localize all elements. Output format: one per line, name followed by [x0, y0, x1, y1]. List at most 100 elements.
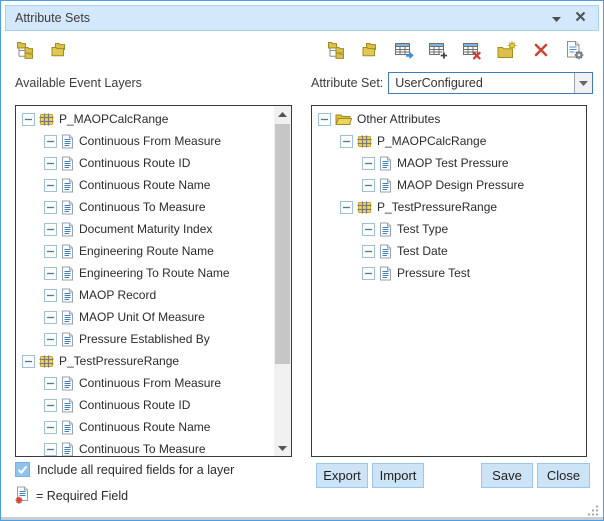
tree-item[interactable]: MAOP Design Pressure: [312, 174, 586, 196]
add-table-button[interactable]: [428, 39, 449, 61]
collapse-expander-icon[interactable]: [44, 377, 57, 390]
collapse-expander-icon[interactable]: [44, 135, 57, 148]
import-button[interactable]: Import: [372, 463, 424, 488]
tree-item[interactable]: Continuous To Measure: [16, 438, 274, 456]
tree-item[interactable]: Continuous To Measure: [16, 196, 274, 218]
field-icon: [379, 244, 392, 259]
collapse-expander-icon[interactable]: [362, 179, 375, 192]
tree-item-label: MAOP Test Pressure: [397, 156, 509, 170]
collapse-expander-icon[interactable]: [362, 157, 375, 170]
field-icon: [61, 310, 74, 325]
collapse-expander-icon[interactable]: [44, 311, 57, 324]
tree-item[interactable]: Pressure Established By: [16, 328, 274, 350]
tree-item[interactable]: Continuous Route Name: [16, 416, 274, 438]
collapse-expander-icon[interactable]: [44, 223, 57, 236]
tree-item-label: P_MAOPCalcRange: [59, 112, 168, 126]
tree-item[interactable]: Pressure Test: [312, 262, 586, 284]
tree-item[interactable]: Continuous From Measure: [16, 130, 274, 152]
tree-item-label: Continuous To Measure: [79, 200, 206, 214]
tree-item[interactable]: Document Maturity Index: [16, 218, 274, 240]
scroll-down-button[interactable]: [274, 440, 291, 456]
labels-row: Available Event Layers Attribute Set: Us…: [15, 71, 593, 95]
collapse-expander-icon[interactable]: [44, 179, 57, 192]
tree-item[interactable]: MAOP Test Pressure: [312, 152, 586, 174]
delete-button[interactable]: [530, 39, 551, 61]
caret-down-icon: [552, 17, 561, 22]
tree-item[interactable]: MAOP Unit Of Measure: [16, 306, 274, 328]
collapse-expander-icon[interactable]: [22, 113, 35, 126]
collapse-expander-icon[interactable]: [22, 355, 35, 368]
collapse-expander-icon[interactable]: [44, 201, 57, 214]
field-icon: [61, 200, 74, 215]
export-button[interactable]: Export: [316, 463, 368, 488]
include-required-fields-checkbox[interactable]: [15, 462, 30, 477]
scroll-up-button[interactable]: [274, 106, 291, 122]
tree-item[interactable]: P_TestPressureRange: [16, 350, 274, 372]
collapse-expander-icon[interactable]: [362, 267, 375, 280]
collapse-expander-icon[interactable]: [44, 443, 57, 456]
collapse-expander-icon[interactable]: [362, 223, 375, 236]
collapse-expander-icon[interactable]: [44, 267, 57, 280]
tree-item[interactable]: P_TestPressureRange: [312, 196, 586, 218]
collapse-expander-icon[interactable]: [340, 135, 353, 148]
field-icon: [61, 266, 74, 281]
tree-item[interactable]: Continuous Route ID: [16, 394, 274, 416]
tree-item[interactable]: Engineering To Route Name: [16, 262, 274, 284]
field-icon: [61, 442, 74, 457]
dropdown-arrow-button[interactable]: [574, 73, 592, 93]
field-icon: [61, 398, 74, 413]
field-icon: [61, 288, 74, 303]
left-panel-scrollbar[interactable]: [274, 106, 291, 456]
collapse-dialog-button[interactable]: [547, 11, 565, 29]
open-folder-icon: [335, 113, 352, 126]
attribute-set-dropdown-value: UserConfigured: [389, 76, 574, 90]
tree-item[interactable]: Test Type: [312, 218, 586, 240]
collapse-expander-icon[interactable]: [362, 245, 375, 258]
folders-icon: [50, 42, 69, 58]
tree-item[interactable]: P_MAOPCalcRange: [16, 108, 274, 130]
event-layer-icon: [39, 355, 54, 368]
collapse-expander-icon[interactable]: [44, 245, 57, 258]
attribute-set-dropdown[interactable]: UserConfigured: [388, 72, 593, 94]
tree-item[interactable]: P_MAOPCalcRange: [312, 130, 586, 152]
attribute-sets-dialog: Attribute Sets Available Event Layers At…: [0, 0, 604, 521]
collapse-expander-icon[interactable]: [318, 113, 331, 126]
attribute-set-row: Attribute Set: UserConfigured: [311, 71, 593, 95]
tree-item[interactable]: Other Attributes: [312, 108, 586, 130]
collapse-expander-icon[interactable]: [44, 333, 57, 346]
collapse-expander-icon[interactable]: [44, 421, 57, 434]
tree-item[interactable]: Continuous Route ID: [16, 152, 274, 174]
collapse-expander-icon[interactable]: [44, 399, 57, 412]
expand-layer-tree-button[interactable]: [15, 39, 36, 61]
dialog-title: Attribute Sets: [15, 11, 541, 25]
collapse-expander-icon[interactable]: [340, 201, 353, 214]
configure-report-button[interactable]: [564, 39, 585, 61]
tree-item-label: P_TestPressureRange: [59, 354, 179, 368]
new-attribute-set-button[interactable]: [496, 39, 517, 61]
folder-gear-icon: [496, 41, 517, 59]
export-table-button[interactable]: [394, 39, 415, 61]
collapse-layer-tree-button[interactable]: [49, 39, 70, 61]
field-icon: [61, 376, 74, 391]
collapse-expander-icon[interactable]: [44, 289, 57, 302]
close-dialog-button[interactable]: [571, 8, 589, 26]
titlebar[interactable]: Attribute Sets: [5, 5, 599, 31]
tree-item[interactable]: Test Date: [312, 240, 586, 262]
close-button[interactable]: Close: [537, 463, 590, 488]
collapse-attribute-tree-button[interactable]: [360, 39, 381, 61]
scrollbar-thumb[interactable]: [275, 124, 290, 364]
tree-item[interactable]: MAOP Record: [16, 284, 274, 306]
collapse-expander-icon[interactable]: [44, 157, 57, 170]
field-icon: [61, 244, 74, 259]
tree-item[interactable]: Continuous From Measure: [16, 372, 274, 394]
doc-gear-icon: [565, 40, 584, 60]
caret-down-icon: [579, 81, 588, 86]
tree-item[interactable]: Continuous Route Name: [16, 174, 274, 196]
attribute-set-panel: Other AttributesP_MAOPCalcRange MAOP Test…: [311, 105, 587, 457]
expand-attribute-tree-button[interactable]: [326, 39, 347, 61]
save-button[interactable]: Save: [481, 463, 533, 488]
field-icon: [61, 134, 74, 149]
tree-item[interactable]: Engineering Route Name: [16, 240, 274, 262]
remove-table-button[interactable]: [462, 39, 483, 61]
resize-grip[interactable]: [587, 503, 599, 515]
